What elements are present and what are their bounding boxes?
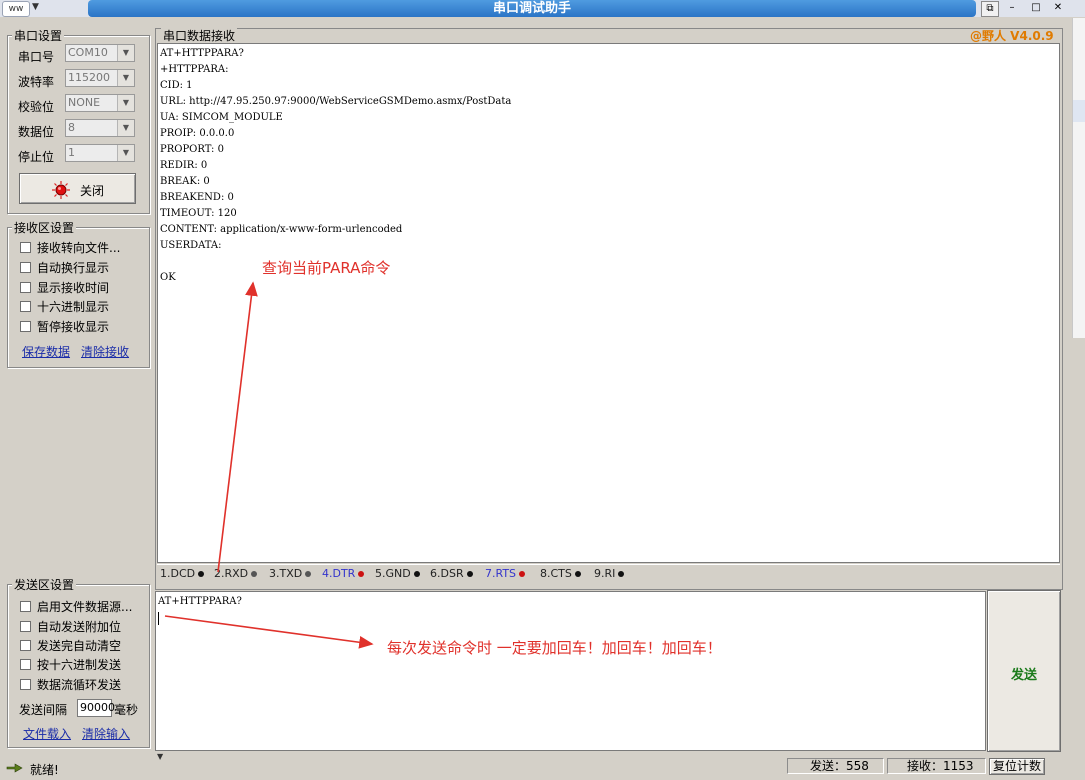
annotation-enter: 每次发送命令时 一定要加回车！加回车！加回车！: [387, 639, 722, 657]
pointing-hand-icon: [6, 763, 23, 773]
arrow-to-send: [164, 615, 374, 649]
reset-count-button[interactable]: 复位计数: [989, 758, 1045, 775]
chevron-down-icon[interactable]: ▼: [157, 752, 163, 761]
received-count: 接收：1153: [887, 758, 986, 774]
sent-count: 发送：558: [787, 758, 884, 774]
annotation-query: 查询当前PARA命令: [262, 259, 391, 277]
ready-status: 就绪!: [30, 763, 59, 777]
arrow-to-receive: [217, 281, 258, 573]
annotation-arrows: [164, 281, 374, 649]
